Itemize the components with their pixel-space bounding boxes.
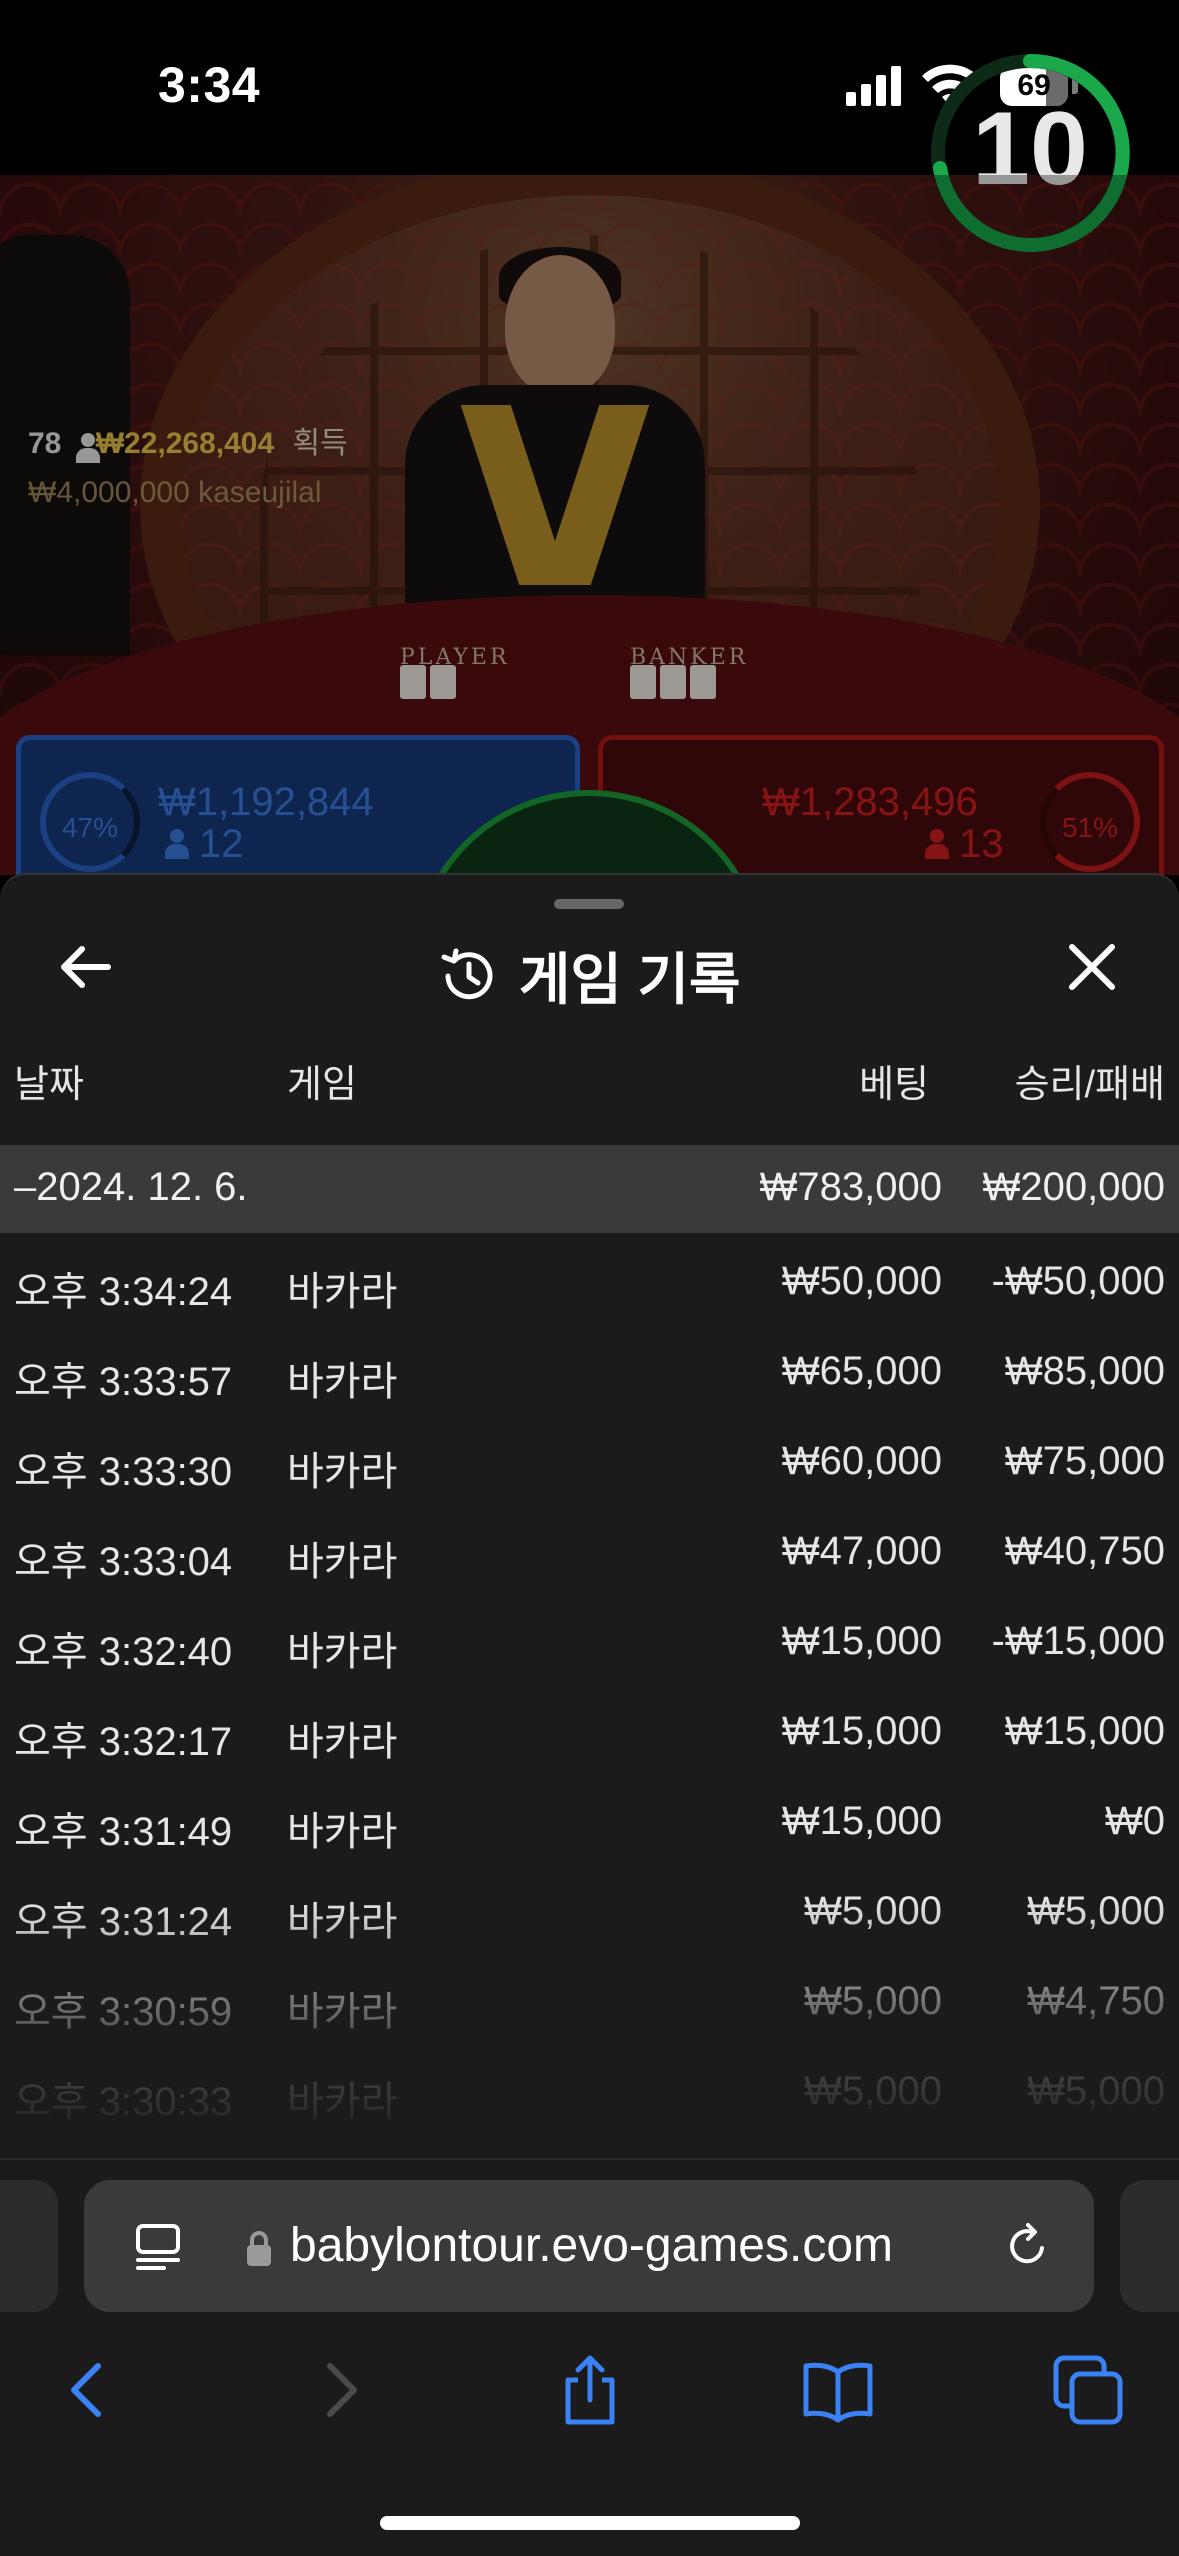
row-time: 오후 3:30:59 <box>14 1990 233 2034</box>
row-game: 바카라 <box>287 1540 398 1584</box>
row-game: 바카라 <box>287 1990 398 2034</box>
sheet-title: 게임 기록 <box>518 948 741 1011</box>
column-header-bet: 베팅 <box>859 1064 929 1106</box>
row-time: 오후 3:31:49 <box>14 1810 233 1854</box>
row-win-loss: ₩4,750 <box>1027 1979 1165 2023</box>
date-group-win-loss-total: ₩200,000 <box>982 1165 1165 1209</box>
game-history-sheet: 게임 기록 날짜 게임 베팅 승리/패배 –2024. 12. 6. ₩783,… <box>0 873 1179 2158</box>
row-time: 오후 3:32:40 <box>14 1630 233 1674</box>
row-game: 바카라 <box>287 1450 398 1494</box>
row-win-loss: ₩5,000 <box>1027 1889 1165 1933</box>
row-bet: ₩60,000 <box>781 1439 942 1483</box>
row-bet: ₩15,000 <box>781 1799 942 1843</box>
row-bet: ₩50,000 <box>781 1259 942 1303</box>
history-row[interactable]: 오후 3:31:49 바카라 ₩15,000 ₩0 <box>0 1773 1179 1863</box>
history-row[interactable]: 오후 3:33:30 바카라 ₩60,000 ₩75,000 <box>0 1413 1179 1503</box>
history-row[interactable]: 오후 3:33:04 바카라 ₩47,000 ₩40,750 <box>0 1503 1179 1593</box>
column-header-game: 게임 <box>287 1064 357 1106</box>
row-win-loss: ₩85,000 <box>1004 1349 1165 1393</box>
history-icon <box>441 948 493 999</box>
row-time: 오후 3:33:04 <box>14 1540 233 1584</box>
row-game: 바카라 <box>287 2080 398 2124</box>
previous-tab-preview[interactable] <box>0 2180 58 2312</box>
sheet-header: 게임 기록 <box>0 935 1179 1011</box>
row-win-loss: -₩50,000 <box>991 1259 1165 1303</box>
history-row[interactable]: 오후 3:32:17 바카라 ₩15,000 ₩15,000 <box>0 1683 1179 1773</box>
reload-icon[interactable] <box>1002 2220 1054 2272</box>
row-win-loss: ₩75,000 <box>1004 1439 1165 1483</box>
history-row[interactable]: 오후 3:33:57 바카라 ₩65,000 ₩85,000 <box>0 1323 1179 1413</box>
share-icon[interactable] <box>552 2352 628 2428</box>
history-row[interactable]: 오후 3:31:24 바카라 ₩5,000 ₩5,000 <box>0 1863 1179 1953</box>
row-bet: ₩15,000 <box>781 1709 942 1753</box>
row-time: 오후 3:30:33 <box>14 2080 233 2124</box>
page-menu-icon[interactable] <box>132 2220 184 2272</box>
status-time: 3:34 <box>158 57 261 113</box>
forward-icon[interactable] <box>302 2352 378 2428</box>
row-time: 오후 3:31:24 <box>14 1900 233 1944</box>
row-win-loss: -₩15,000 <box>991 1619 1165 1663</box>
cellular-signal-icon <box>846 66 904 106</box>
row-bet: ₩5,000 <box>804 2069 942 2113</box>
row-bet: ₩47,000 <box>781 1529 942 1573</box>
url-text[interactable]: babylontour.evo-games.com <box>290 2218 893 2273</box>
history-row[interactable]: 오후 3:34:24 바카라 ₩50,000 -₩50,000 <box>0 1233 1179 1323</box>
row-time: 오후 3:33:30 <box>14 1450 233 1494</box>
row-bet: ₩5,000 <box>804 1979 942 2023</box>
row-time: 오후 3:32:17 <box>14 1720 233 1764</box>
row-bet: ₩5,000 <box>804 1889 942 1933</box>
row-win-loss: ₩5,000 <box>1027 2069 1165 2113</box>
row-time: 오후 3:34:24 <box>14 1270 233 1314</box>
home-indicator[interactable] <box>380 2516 800 2530</box>
next-tab-preview[interactable] <box>1120 2180 1179 2312</box>
close-icon[interactable] <box>1060 935 1124 999</box>
row-time: 오후 3:33:57 <box>14 1360 233 1404</box>
table-header: 날짜 게임 베팅 승리/패배 <box>0 1053 1179 1133</box>
address-bar[interactable]: babylontour.evo-games.com <box>84 2180 1094 2312</box>
row-bet: ₩15,000 <box>781 1619 942 1663</box>
tabs-icon[interactable] <box>1050 2352 1126 2428</box>
date-group-row[interactable]: –2024. 12. 6. ₩783,000 ₩200,000 <box>0 1145 1179 1233</box>
history-list: 오후 3:34:24 바카라 ₩50,000 -₩50,000 오후 3:33:… <box>0 1233 1179 2133</box>
date-group-label: –2024. 12. 6. <box>14 1165 248 1209</box>
row-bet: ₩65,000 <box>781 1349 942 1393</box>
column-header-date: 날짜 <box>14 1064 84 1106</box>
date-group-bet-total: ₩783,000 <box>759 1165 942 1209</box>
bookmarks-icon[interactable] <box>800 2352 876 2428</box>
row-game: 바카라 <box>287 1360 398 1404</box>
back-icon[interactable] <box>50 2352 126 2428</box>
history-row[interactable]: 오후 3:30:59 바카라 ₩5,000 ₩4,750 <box>0 1953 1179 2043</box>
lock-icon <box>247 2231 271 2266</box>
row-win-loss: ₩15,000 <box>1004 1709 1165 1753</box>
row-game: 바카라 <box>287 1720 398 1764</box>
row-game: 바카라 <box>287 1900 398 1944</box>
history-row[interactable]: 오후 3:32:40 바카라 ₩15,000 -₩15,000 <box>0 1593 1179 1683</box>
video-dim-overlay <box>0 175 1179 875</box>
row-game: 바카라 <box>287 1270 398 1314</box>
column-header-win-loss: 승리/패배 <box>1014 1064 1165 1106</box>
battery-level: 69 <box>1017 69 1051 102</box>
row-game: 바카라 <box>287 1810 398 1854</box>
row-game: 바카라 <box>287 1630 398 1674</box>
row-win-loss: ₩40,750 <box>1004 1529 1165 1573</box>
history-row[interactable]: 오후 3:30:33 바카라 ₩5,000 ₩5,000 <box>0 2043 1179 2133</box>
sheet-grabber[interactable] <box>554 899 624 909</box>
row-win-loss: ₩0 <box>1105 1799 1165 1843</box>
